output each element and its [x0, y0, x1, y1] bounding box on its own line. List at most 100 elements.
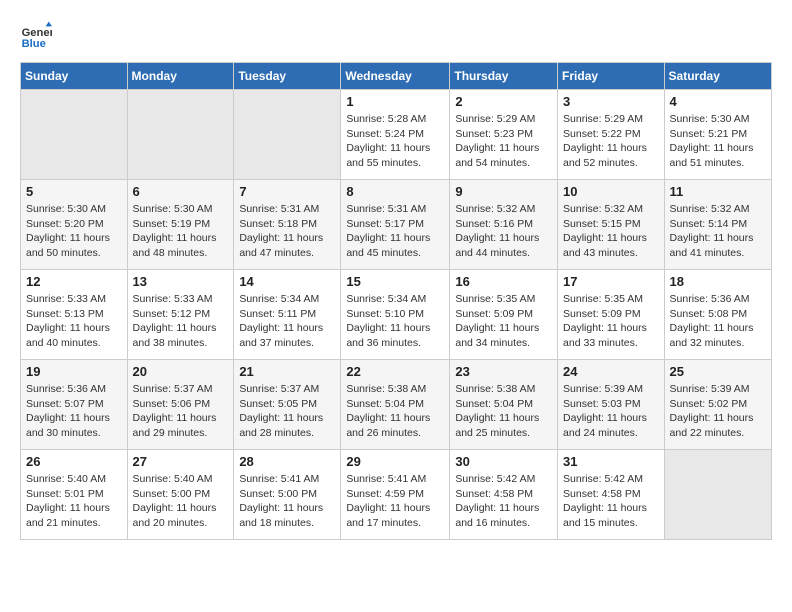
day-header-wednesday: Wednesday	[341, 63, 450, 90]
day-info: Sunrise: 5:41 AM Sunset: 4:59 PM Dayligh…	[346, 472, 444, 531]
day-number: 25	[670, 364, 766, 379]
calendar-week-row: 5Sunrise: 5:30 AM Sunset: 5:20 PM Daylig…	[21, 180, 772, 270]
day-number: 10	[563, 184, 659, 199]
day-number: 23	[455, 364, 552, 379]
day-number: 14	[239, 274, 335, 289]
calendar-cell: 21 Sunrise: 5:37 AM Sunset: 5:05 PM Dayli…	[234, 360, 341, 450]
calendar-cell: 7 Sunrise: 5:31 AM Sunset: 5:18 PM Daylig…	[234, 180, 341, 270]
logo: General Blue	[20, 20, 56, 52]
day-info: Sunrise: 5:32 AM Sunset: 5:15 PM Dayligh…	[563, 202, 659, 261]
day-number: 24	[563, 364, 659, 379]
day-info: Sunrise: 5:33 AM Sunset: 5:13 PM Dayligh…	[26, 292, 122, 351]
calendar-cell	[21, 90, 128, 180]
day-number: 28	[239, 454, 335, 469]
svg-text:Blue: Blue	[22, 38, 46, 50]
calendar-table: SundayMondayTuesdayWednesdayThursdayFrid…	[20, 62, 772, 540]
calendar-cell: 23 Sunrise: 5:38 AM Sunset: 5:04 PM Dayli…	[450, 360, 558, 450]
calendar-cell: 10 Sunrise: 5:32 AM Sunset: 5:15 PM Dayli…	[558, 180, 665, 270]
day-number: 1	[346, 94, 444, 109]
day-header-sunday: Sunday	[21, 63, 128, 90]
day-info: Sunrise: 5:32 AM Sunset: 5:16 PM Dayligh…	[455, 202, 552, 261]
day-number: 4	[670, 94, 766, 109]
calendar-cell: 20Sunrise: 5:37 AM Sunset: 5:06 PM Dayli…	[127, 360, 234, 450]
day-number: 3	[563, 94, 659, 109]
calendar-cell: 12Sunrise: 5:33 AM Sunset: 5:13 PM Dayli…	[21, 270, 128, 360]
day-info: Sunrise: 5:28 AM Sunset: 5:24 PM Dayligh…	[346, 112, 444, 171]
calendar-cell: 22 Sunrise: 5:38 AM Sunset: 5:04 PM Dayli…	[341, 360, 450, 450]
day-number: 29	[346, 454, 444, 469]
day-number: 11	[670, 184, 766, 199]
day-number: 2	[455, 94, 552, 109]
day-info: Sunrise: 5:37 AM Sunset: 5:06 PM Dayligh…	[133, 382, 229, 441]
calendar-cell	[664, 450, 771, 540]
day-info: Sunrise: 5:34 AM Sunset: 5:11 PM Dayligh…	[239, 292, 335, 351]
day-info: Sunrise: 5:40 AM Sunset: 5:00 PM Dayligh…	[133, 472, 229, 531]
day-info: Sunrise: 5:30 AM Sunset: 5:21 PM Dayligh…	[670, 112, 766, 171]
day-number: 17	[563, 274, 659, 289]
day-info: Sunrise: 5:35 AM Sunset: 5:09 PM Dayligh…	[563, 292, 659, 351]
calendar-cell: 19Sunrise: 5:36 AM Sunset: 5:07 PM Dayli…	[21, 360, 128, 450]
day-header-tuesday: Tuesday	[234, 63, 341, 90]
day-info: Sunrise: 5:31 AM Sunset: 5:18 PM Dayligh…	[239, 202, 335, 261]
calendar-week-row: 26Sunrise: 5:40 AM Sunset: 5:01 PM Dayli…	[21, 450, 772, 540]
day-number: 30	[455, 454, 552, 469]
calendar-cell: 15Sunrise: 5:34 AM Sunset: 5:10 PM Dayli…	[341, 270, 450, 360]
day-info: Sunrise: 5:35 AM Sunset: 5:09 PM Dayligh…	[455, 292, 552, 351]
calendar-cell: 13 Sunrise: 5:33 AM Sunset: 5:12 PM Dayli…	[127, 270, 234, 360]
calendar-cell: 16 Sunrise: 5:35 AM Sunset: 5:09 PM Dayli…	[450, 270, 558, 360]
calendar-cell: 28 Sunrise: 5:41 AM Sunset: 5:00 PM Dayli…	[234, 450, 341, 540]
calendar-week-row: 19Sunrise: 5:36 AM Sunset: 5:07 PM Dayli…	[21, 360, 772, 450]
calendar-cell: 30 Sunrise: 5:42 AM Sunset: 4:58 PM Dayli…	[450, 450, 558, 540]
calendar-cell: 31Sunrise: 5:42 AM Sunset: 4:58 PM Dayli…	[558, 450, 665, 540]
day-info: Sunrise: 5:39 AM Sunset: 5:02 PM Dayligh…	[670, 382, 766, 441]
calendar-cell: 6 Sunrise: 5:30 AM Sunset: 5:19 PM Daylig…	[127, 180, 234, 270]
day-info: Sunrise: 5:38 AM Sunset: 5:04 PM Dayligh…	[346, 382, 444, 441]
day-number: 26	[26, 454, 122, 469]
day-number: 21	[239, 364, 335, 379]
calendar-cell: 4 Sunrise: 5:30 AM Sunset: 5:21 PM Daylig…	[664, 90, 771, 180]
calendar-cell: 1 Sunrise: 5:28 AM Sunset: 5:24 PM Daylig…	[341, 90, 450, 180]
day-number: 22	[346, 364, 444, 379]
calendar-cell: 26Sunrise: 5:40 AM Sunset: 5:01 PM Dayli…	[21, 450, 128, 540]
day-info: Sunrise: 5:39 AM Sunset: 5:03 PM Dayligh…	[563, 382, 659, 441]
day-info: Sunrise: 5:31 AM Sunset: 5:17 PM Dayligh…	[346, 202, 444, 261]
day-header-friday: Friday	[558, 63, 665, 90]
logo-icon: General Blue	[20, 20, 52, 52]
day-number: 27	[133, 454, 229, 469]
day-info: Sunrise: 5:38 AM Sunset: 5:04 PM Dayligh…	[455, 382, 552, 441]
day-info: Sunrise: 5:37 AM Sunset: 5:05 PM Dayligh…	[239, 382, 335, 441]
day-info: Sunrise: 5:29 AM Sunset: 5:22 PM Dayligh…	[563, 112, 659, 171]
day-info: Sunrise: 5:36 AM Sunset: 5:07 PM Dayligh…	[26, 382, 122, 441]
day-number: 18	[670, 274, 766, 289]
calendar-cell: 14 Sunrise: 5:34 AM Sunset: 5:11 PM Dayli…	[234, 270, 341, 360]
day-number: 7	[239, 184, 335, 199]
calendar-cell	[127, 90, 234, 180]
calendar-week-row: 12Sunrise: 5:33 AM Sunset: 5:13 PM Dayli…	[21, 270, 772, 360]
calendar-cell: 29 Sunrise: 5:41 AM Sunset: 4:59 PM Dayli…	[341, 450, 450, 540]
calendar-cell: 11Sunrise: 5:32 AM Sunset: 5:14 PM Dayli…	[664, 180, 771, 270]
calendar-cell: 18Sunrise: 5:36 AM Sunset: 5:08 PM Dayli…	[664, 270, 771, 360]
calendar-cell: 3 Sunrise: 5:29 AM Sunset: 5:22 PM Daylig…	[558, 90, 665, 180]
day-info: Sunrise: 5:41 AM Sunset: 5:00 PM Dayligh…	[239, 472, 335, 531]
day-info: Sunrise: 5:33 AM Sunset: 5:12 PM Dayligh…	[133, 292, 229, 351]
day-number: 9	[455, 184, 552, 199]
calendar-cell	[234, 90, 341, 180]
calendar-cell: 8 Sunrise: 5:31 AM Sunset: 5:17 PM Daylig…	[341, 180, 450, 270]
calendar-cell: 5Sunrise: 5:30 AM Sunset: 5:20 PM Daylig…	[21, 180, 128, 270]
calendar-week-row: 1 Sunrise: 5:28 AM Sunset: 5:24 PM Daylig…	[21, 90, 772, 180]
day-number: 16	[455, 274, 552, 289]
day-info: Sunrise: 5:42 AM Sunset: 4:58 PM Dayligh…	[563, 472, 659, 531]
day-number: 13	[133, 274, 229, 289]
day-info: Sunrise: 5:30 AM Sunset: 5:19 PM Dayligh…	[133, 202, 229, 261]
day-number: 6	[133, 184, 229, 199]
calendar-cell: 24 Sunrise: 5:39 AM Sunset: 5:03 PM Dayli…	[558, 360, 665, 450]
day-info: Sunrise: 5:42 AM Sunset: 4:58 PM Dayligh…	[455, 472, 552, 531]
calendar-cell: 9 Sunrise: 5:32 AM Sunset: 5:16 PM Daylig…	[450, 180, 558, 270]
day-info: Sunrise: 5:29 AM Sunset: 5:23 PM Dayligh…	[455, 112, 552, 171]
calendar-header-row: SundayMondayTuesdayWednesdayThursdayFrid…	[21, 63, 772, 90]
day-number: 15	[346, 274, 444, 289]
day-header-thursday: Thursday	[450, 63, 558, 90]
day-number: 8	[346, 184, 444, 199]
calendar-cell: 25 Sunrise: 5:39 AM Sunset: 5:02 PM Dayli…	[664, 360, 771, 450]
calendar-cell: 27 Sunrise: 5:40 AM Sunset: 5:00 PM Dayli…	[127, 450, 234, 540]
